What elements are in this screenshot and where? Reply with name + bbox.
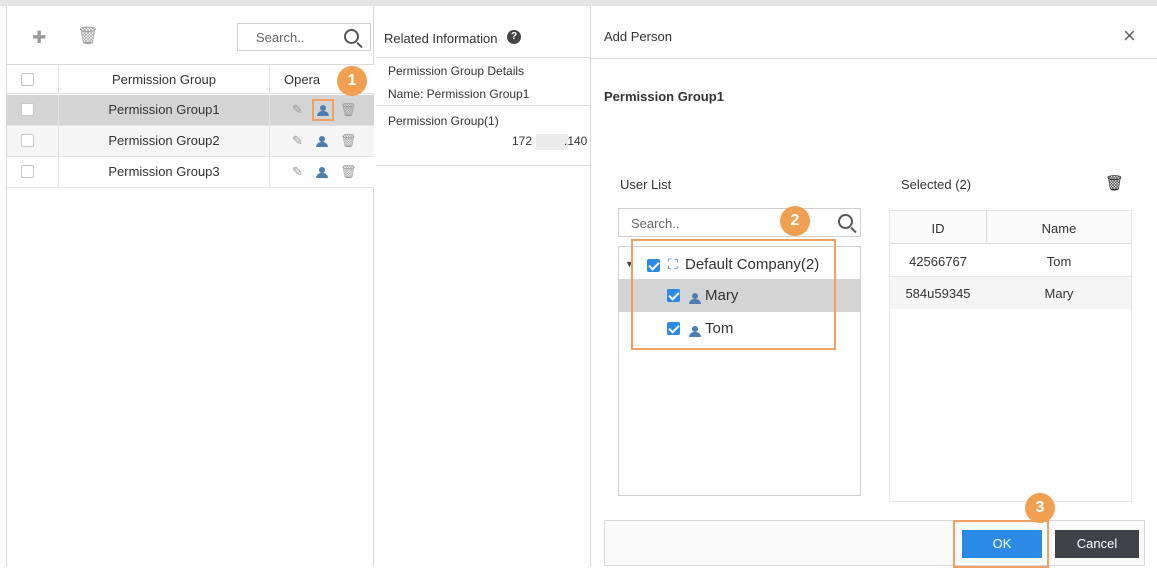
cancel-button[interactable]: Cancel	[1055, 530, 1139, 558]
search-placeholder: Search..	[256, 30, 305, 45]
row-name: Permission Group3	[59, 157, 270, 187]
add-icon[interactable]: ✚	[32, 28, 46, 48]
add-person-icon[interactable]	[316, 157, 328, 187]
add-person-dialog: Add Person × Permission Group1 User List…	[590, 6, 1157, 568]
delete-row-icon[interactable]: 🗑	[340, 126, 357, 156]
add-person-icon[interactable]	[312, 99, 334, 121]
row-checkbox-cell[interactable]	[7, 126, 59, 156]
selected-header: ID Name	[890, 211, 1131, 244]
row-operations: ✎ 🗑	[270, 157, 374, 187]
related-info-title: Related Information	[384, 31, 498, 46]
row-operations: ✎ 🗑	[270, 126, 374, 156]
table-row[interactable]: Permission Group2 ✎ 🗑	[7, 126, 374, 157]
related-information-panel: Related Information ? Permission Group D…	[376, 6, 590, 566]
edit-icon[interactable]: ✎	[292, 157, 303, 187]
ok-highlight	[953, 520, 1049, 568]
add-person-icon[interactable]	[316, 126, 328, 156]
table-row[interactable]: Permission Group3 ✎ 🗑	[7, 157, 374, 188]
close-icon[interactable]: ×	[1123, 23, 1136, 49]
row-checkbox-cell[interactable]	[7, 157, 59, 187]
dialog-title: Add Person	[604, 29, 672, 44]
details-name: Name: Permission Group1	[388, 87, 530, 101]
selected-id: 584u59345	[905, 286, 971, 301]
search-icon[interactable]	[344, 29, 359, 44]
group-count-label: Permission Group(1)	[388, 114, 499, 128]
column-permission-group: Permission Group	[59, 65, 270, 93]
callout-badge-2: 2	[780, 206, 810, 236]
selected-table: ID Name 42566767 Tom 584u59345 Mary	[889, 210, 1132, 502]
search-icon[interactable]	[838, 214, 853, 229]
selected-id: 42566767	[909, 254, 967, 269]
related-info-header: Related Information ?	[376, 6, 590, 58]
header-checkbox-cell[interactable]	[7, 65, 59, 93]
row-checkbox-cell[interactable]	[7, 95, 59, 125]
delete-row-icon[interactable]: 🗑	[340, 95, 357, 125]
edit-icon[interactable]: ✎	[292, 95, 303, 125]
delete-row-icon[interactable]: 🗑	[340, 157, 357, 187]
clear-selected-icon[interactable]: 🗑	[1105, 174, 1124, 192]
user-search-input[interactable]: Search..	[618, 208, 861, 237]
selection-highlight	[631, 239, 836, 350]
ip-prefix: 172	[512, 134, 533, 148]
selected-label: Selected (2)	[901, 177, 972, 192]
permission-group-panel: ✚ 🗑 Search.. Permission Group Opera Perm…	[6, 6, 374, 566]
user-list-label: User List	[620, 177, 672, 192]
callout-badge-1: 1	[337, 66, 367, 96]
selected-name: Tom	[1046, 254, 1072, 269]
row-name: Permission Group1	[59, 95, 270, 125]
ip-suffix: .140	[564, 134, 588, 148]
column-name: Name	[1041, 221, 1077, 236]
delete-icon[interactable]: 🗑	[77, 26, 99, 46]
table-row[interactable]: 584u59345 Mary	[890, 277, 1131, 309]
row-checkbox[interactable]	[21, 103, 34, 116]
row-operations: ✎ 🗑	[270, 95, 374, 125]
divider	[376, 105, 590, 106]
user-search-placeholder: Search..	[631, 216, 680, 231]
divider	[376, 165, 590, 166]
dialog-header: Add Person ×	[591, 6, 1157, 59]
table-header: Permission Group Opera	[7, 64, 374, 94]
select-all-checkbox[interactable]	[21, 73, 34, 86]
group-name: Permission Group1	[604, 89, 724, 104]
dialog-footer: OK Cancel	[604, 520, 1145, 566]
table-row[interactable]: Permission Group1 ✎ 🗑	[7, 95, 374, 126]
row-checkbox[interactable]	[21, 165, 34, 178]
search-input[interactable]: Search..	[237, 23, 371, 51]
column-id: ID	[931, 221, 945, 236]
callout-badge-3: 3	[1025, 493, 1055, 523]
help-icon[interactable]: ?	[507, 30, 521, 44]
row-checkbox[interactable]	[21, 134, 34, 147]
selected-name: Mary	[1044, 286, 1074, 301]
details-title: Permission Group Details	[388, 64, 525, 78]
table-row[interactable]: 42566767 Tom	[890, 245, 1131, 277]
edit-icon[interactable]: ✎	[292, 126, 303, 156]
row-name: Permission Group2	[59, 126, 270, 156]
